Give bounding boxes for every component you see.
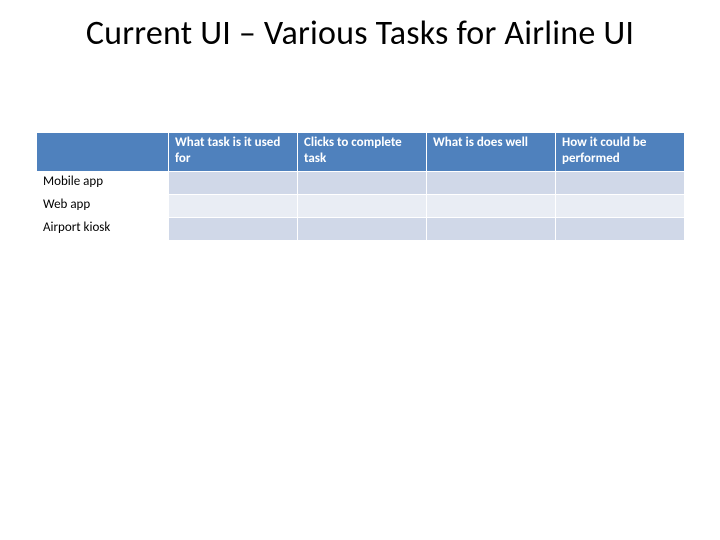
table-row: Airport kiosk xyxy=(37,218,685,241)
cell xyxy=(298,195,427,218)
slide-title: Current UI – Various Tasks for Airline U… xyxy=(0,0,720,53)
table-header-well: What is does well xyxy=(427,133,556,172)
cell xyxy=(169,172,298,195)
cell xyxy=(427,195,556,218)
table-header-task: What task is it used for xyxy=(169,133,298,172)
table-row: Mobile app xyxy=(37,172,685,195)
tasks-table-wrap: What task is it used for Clicks to compl… xyxy=(36,132,684,241)
cell xyxy=(556,218,685,241)
cell xyxy=(556,172,685,195)
table-header-improve: How it could be performed xyxy=(556,133,685,172)
row-label-mobile: Mobile app xyxy=(37,172,169,195)
cell xyxy=(298,172,427,195)
table-header-empty xyxy=(37,133,169,172)
slide: Current UI – Various Tasks for Airline U… xyxy=(0,0,720,540)
cell xyxy=(427,218,556,241)
table-header-clicks: Clicks to complete task xyxy=(298,133,427,172)
row-label-web: Web app xyxy=(37,195,169,218)
cell xyxy=(556,195,685,218)
cell xyxy=(169,195,298,218)
tasks-table: What task is it used for Clicks to compl… xyxy=(36,132,685,241)
row-label-kiosk: Airport kiosk xyxy=(37,218,169,241)
table-header-row: What task is it used for Clicks to compl… xyxy=(37,133,685,172)
table-row: Web app xyxy=(37,195,685,218)
cell xyxy=(298,218,427,241)
cell xyxy=(169,218,298,241)
cell xyxy=(427,172,556,195)
